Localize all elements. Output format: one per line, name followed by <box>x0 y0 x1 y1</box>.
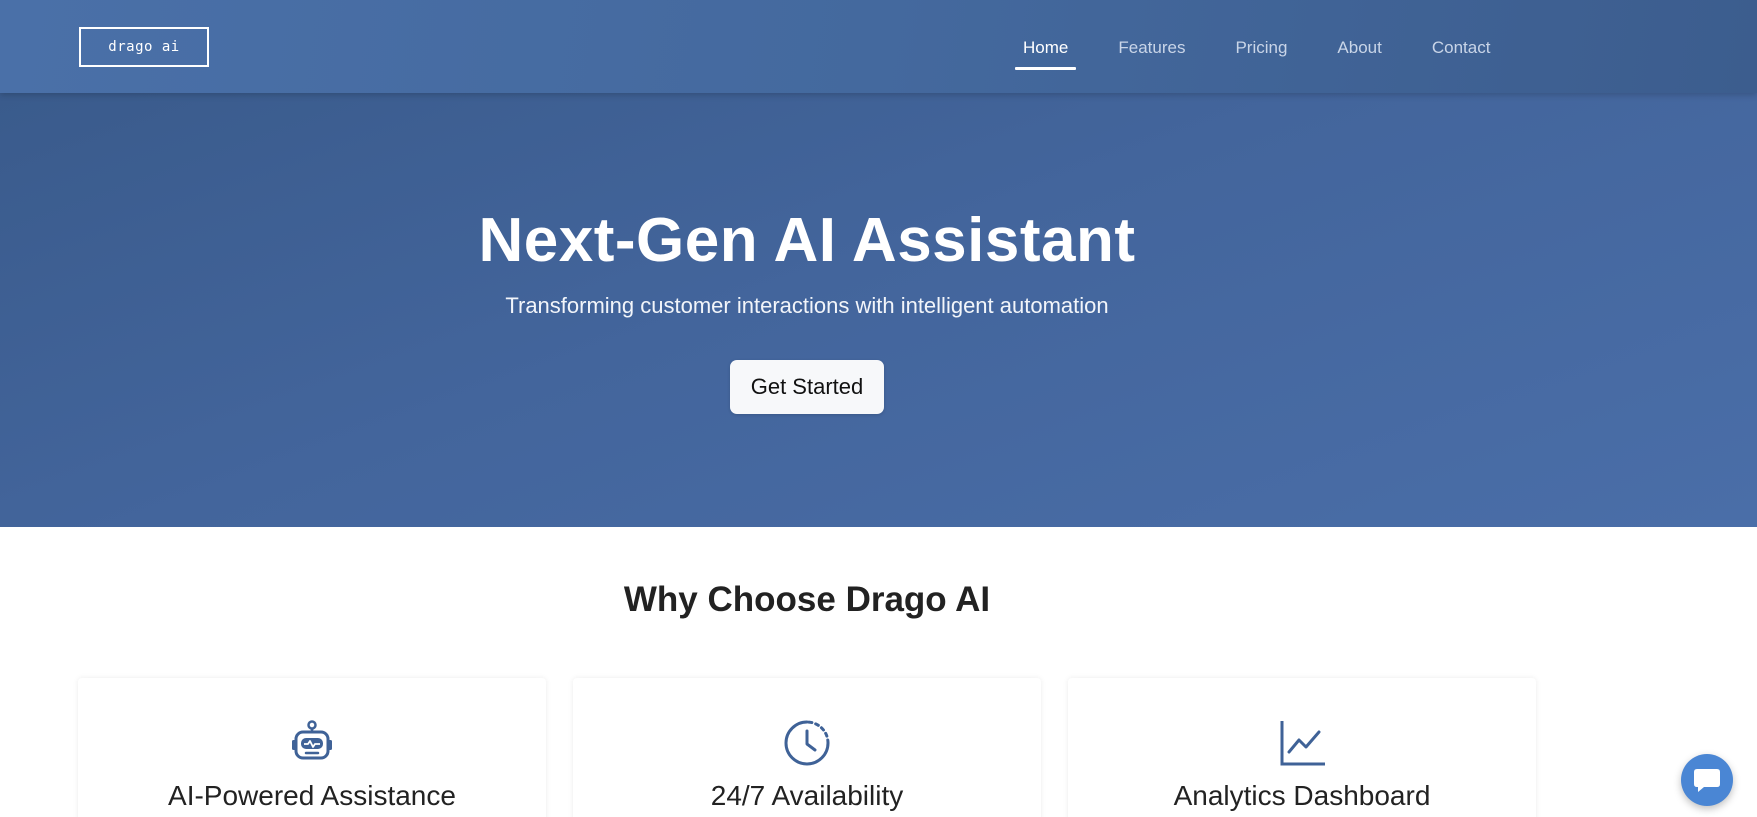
clock-icon <box>784 720 830 766</box>
chart-line-icon <box>1280 721 1325 766</box>
feature-card-title: AI-Powered Assistance <box>168 780 456 811</box>
nav-home[interactable]: Home <box>1010 30 1081 70</box>
chat-widget-button[interactable] <box>1681 754 1733 806</box>
site-header: drago ai Home Features Pricing About Con… <box>0 0 1757 93</box>
feature-card-availability: 24/7 Availability <box>573 678 1041 817</box>
hero-section: Next-Gen AI Assistant Transforming custo… <box>0 93 1757 527</box>
logo[interactable]: drago ai <box>79 27 209 67</box>
get-started-button[interactable]: Get Started <box>730 360 884 414</box>
main-nav: Home Features Pricing About Contact <box>1010 30 1527 70</box>
hero-title: Next-Gen AI Assistant <box>478 206 1136 275</box>
feature-card-title: 24/7 Availability <box>710 780 904 811</box>
features-section-title: Why Choose Drago AI <box>623 580 991 619</box>
feature-card-analytics: Analytics Dashboard <box>1068 678 1536 817</box>
nav-pricing[interactable]: Pricing <box>1222 30 1300 70</box>
nav-contact[interactable]: Contact <box>1419 30 1504 70</box>
feature-card-ai-assistance: AI-Powered Assistance <box>78 678 546 817</box>
nav-about[interactable]: About <box>1324 30 1394 70</box>
page: drago ai Home Features Pricing About Con… <box>0 0 1757 817</box>
chat-bubble-icon <box>1694 769 1720 792</box>
feature-card-title: Analytics Dashboard <box>1173 780 1431 811</box>
robot-icon <box>292 720 332 760</box>
nav-features[interactable]: Features <box>1105 30 1198 70</box>
hero-subtitle: Transforming customer interactions with … <box>505 293 1109 318</box>
